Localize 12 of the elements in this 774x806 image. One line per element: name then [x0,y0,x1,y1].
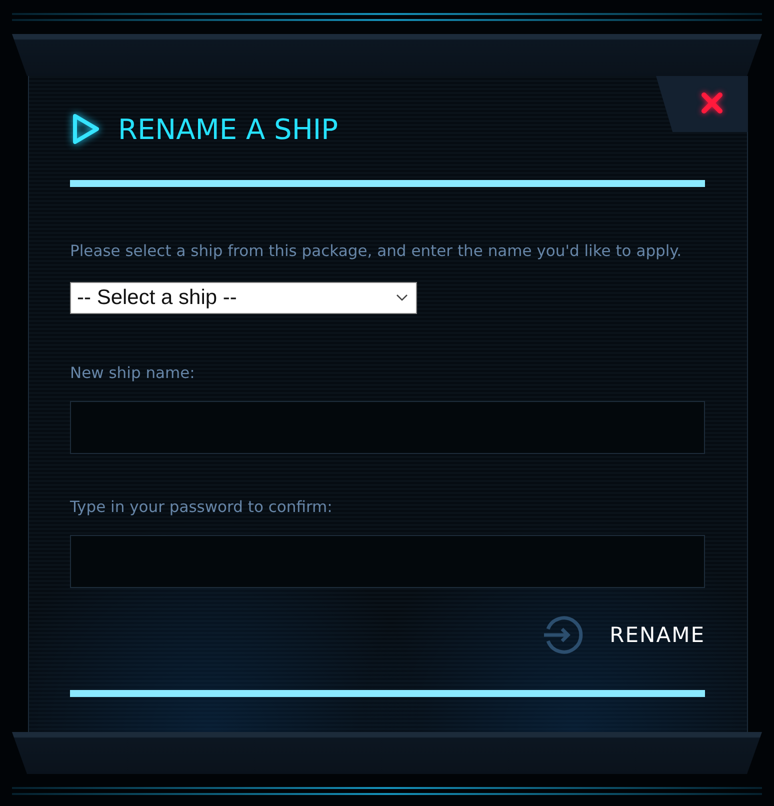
dialog-title: RENAME A SHIP [118,112,338,146]
field-label: Type in your password to confirm: [70,498,334,516]
play-icon [70,112,102,146]
instructions-text: Please select a ship from this package, and enter the name you'd like to apply. [70,242,683,260]
chevron-icon [396,294,408,302]
rename-button[interactable]: RENAME [540,612,705,658]
name-field[interactable] [70,401,705,454]
close-icon [701,92,723,114]
field-label: New ship name: [70,364,196,382]
close-button[interactable] [656,76,748,132]
ship-dropdown[interactable]: -- Select a ship -- [70,282,417,314]
password-field[interactable] [70,535,705,588]
